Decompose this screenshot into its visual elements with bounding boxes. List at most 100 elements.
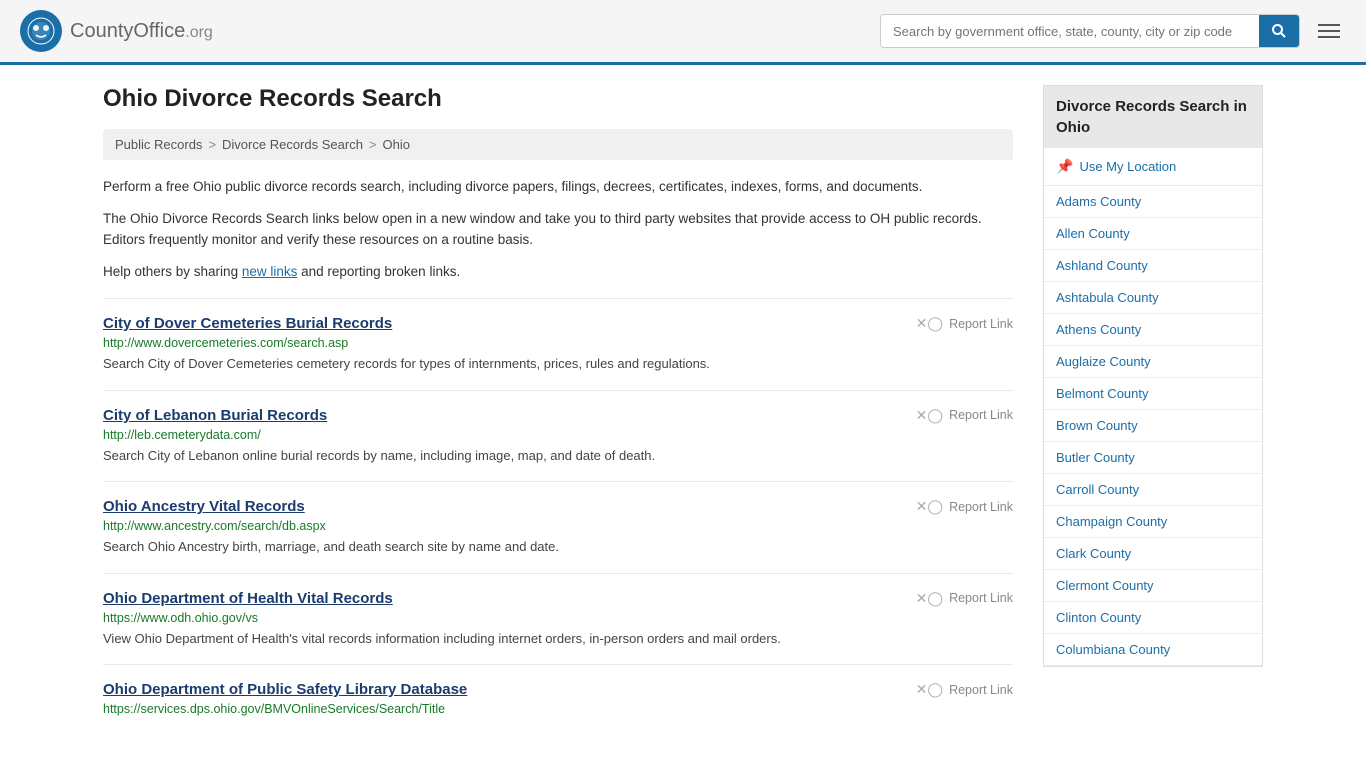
use-my-location[interactable]: 📌 Use My Location bbox=[1044, 148, 1262, 186]
county-list-item: Ashland County bbox=[1044, 250, 1262, 282]
breadcrumb-divorce-records[interactable]: Divorce Records Search bbox=[222, 137, 363, 152]
county-link[interactable]: Ashland County bbox=[1044, 250, 1262, 281]
county-link[interactable]: Clinton County bbox=[1044, 602, 1262, 633]
county-list-item: Belmont County bbox=[1044, 378, 1262, 410]
header-right bbox=[880, 14, 1346, 48]
logo-icon bbox=[20, 10, 62, 52]
page-title: Ohio Divorce Records Search bbox=[103, 85, 1013, 113]
breadcrumb-sep: > bbox=[369, 137, 377, 152]
main-content: Ohio Divorce Records Search Public Recor… bbox=[103, 85, 1013, 736]
county-list: Adams CountyAllen CountyAshland CountyAs… bbox=[1044, 186, 1262, 666]
county-link[interactable]: Athens County bbox=[1044, 314, 1262, 345]
record-desc: Search City of Dover Cemeteries cemetery… bbox=[103, 354, 1013, 374]
county-link[interactable]: Adams County bbox=[1044, 186, 1262, 217]
report-icon: ✕◯ bbox=[916, 315, 943, 332]
search-icon bbox=[1271, 23, 1287, 39]
description-3-suffix: and reporting broken links. bbox=[297, 264, 460, 279]
location-icon: 📌 bbox=[1056, 158, 1073, 175]
report-icon: ✕◯ bbox=[916, 498, 943, 515]
records-list: City of Dover Cemeteries Burial Records … bbox=[103, 298, 1013, 736]
report-link[interactable]: ✕◯ Report Link bbox=[916, 681, 1013, 698]
menu-line bbox=[1318, 30, 1340, 32]
site-header: CountyOffice.org bbox=[0, 0, 1366, 65]
breadcrumb-ohio: Ohio bbox=[383, 137, 410, 152]
description-2: The Ohio Divorce Records Search links be… bbox=[103, 208, 1013, 251]
description-3: Help others by sharing new links and rep… bbox=[103, 261, 1013, 283]
record-title[interactable]: Ohio Department of Public Safety Library… bbox=[103, 681, 467, 698]
county-link[interactable]: Belmont County bbox=[1044, 378, 1262, 409]
record-url[interactable]: http://www.ancestry.com/search/db.aspx bbox=[103, 519, 1013, 533]
search-button[interactable] bbox=[1259, 15, 1299, 47]
report-link[interactable]: ✕◯ Report Link bbox=[916, 590, 1013, 607]
report-link[interactable]: ✕◯ Report Link bbox=[916, 315, 1013, 332]
record-desc: View Ohio Department of Health's vital r… bbox=[103, 629, 1013, 649]
report-icon: ✕◯ bbox=[916, 407, 943, 424]
county-link[interactable]: Clark County bbox=[1044, 538, 1262, 569]
new-links-link[interactable]: new links bbox=[242, 264, 298, 279]
record-item: City of Dover Cemeteries Burial Records … bbox=[103, 298, 1013, 390]
menu-line bbox=[1318, 24, 1340, 26]
logo-suffix: .org bbox=[185, 24, 213, 41]
sidebar: Divorce Records Search in Ohio 📌 Use My … bbox=[1043, 85, 1263, 736]
description-1: Perform a free Ohio public divorce recor… bbox=[103, 176, 1013, 198]
county-link[interactable]: Champaign County bbox=[1044, 506, 1262, 537]
county-link[interactable]: Auglaize County bbox=[1044, 346, 1262, 377]
logo-name: CountyOffice bbox=[70, 20, 185, 42]
record-title[interactable]: Ohio Ancestry Vital Records bbox=[103, 498, 305, 515]
county-link[interactable]: Ashtabula County bbox=[1044, 282, 1262, 313]
record-header: Ohio Ancestry Vital Records ✕◯ Report Li… bbox=[103, 498, 1013, 515]
county-link[interactable]: Allen County bbox=[1044, 218, 1262, 249]
county-list-item: Athens County bbox=[1044, 314, 1262, 346]
record-title[interactable]: City of Lebanon Burial Records bbox=[103, 407, 327, 424]
search-bar bbox=[880, 14, 1300, 48]
record-header: Ohio Department of Public Safety Library… bbox=[103, 681, 1013, 698]
record-title[interactable]: City of Dover Cemeteries Burial Records bbox=[103, 315, 392, 332]
breadcrumb-sep: > bbox=[208, 137, 216, 152]
county-link[interactable]: Carroll County bbox=[1044, 474, 1262, 505]
report-icon: ✕◯ bbox=[916, 681, 943, 698]
sidebar-box: Divorce Records Search in Ohio 📌 Use My … bbox=[1043, 85, 1263, 667]
menu-line bbox=[1318, 36, 1340, 38]
county-list-item: Auglaize County bbox=[1044, 346, 1262, 378]
logo-area: CountyOffice.org bbox=[20, 10, 213, 52]
record-desc: Search City of Lebanon online burial rec… bbox=[103, 446, 1013, 466]
county-list-item: Columbiana County bbox=[1044, 634, 1262, 666]
county-list-item: Allen County bbox=[1044, 218, 1262, 250]
county-link[interactable]: Brown County bbox=[1044, 410, 1262, 441]
location-label: Use My Location bbox=[1079, 159, 1176, 174]
record-header: City of Lebanon Burial Records ✕◯ Report… bbox=[103, 407, 1013, 424]
county-list-item: Ashtabula County bbox=[1044, 282, 1262, 314]
county-list-item: Adams County bbox=[1044, 186, 1262, 218]
search-input[interactable] bbox=[881, 16, 1259, 47]
record-header: City of Dover Cemeteries Burial Records … bbox=[103, 315, 1013, 332]
breadcrumb-public-records[interactable]: Public Records bbox=[115, 137, 202, 152]
record-item: City of Lebanon Burial Records ✕◯ Report… bbox=[103, 390, 1013, 482]
report-icon: ✕◯ bbox=[916, 590, 943, 607]
sidebar-heading: Divorce Records Search in Ohio bbox=[1044, 86, 1262, 148]
record-header: Ohio Department of Health Vital Records … bbox=[103, 590, 1013, 607]
county-link[interactable]: Clermont County bbox=[1044, 570, 1262, 601]
page-container: Ohio Divorce Records Search Public Recor… bbox=[83, 65, 1283, 756]
county-link[interactable]: Butler County bbox=[1044, 442, 1262, 473]
record-item: Ohio Ancestry Vital Records ✕◯ Report Li… bbox=[103, 481, 1013, 573]
record-url[interactable]: https://services.dps.ohio.gov/BMVOnlineS… bbox=[103, 702, 1013, 716]
report-link[interactable]: ✕◯ Report Link bbox=[916, 498, 1013, 515]
breadcrumb: Public Records > Divorce Records Search … bbox=[103, 129, 1013, 160]
county-list-item: Carroll County bbox=[1044, 474, 1262, 506]
report-link[interactable]: ✕◯ Report Link bbox=[916, 407, 1013, 424]
hamburger-menu-button[interactable] bbox=[1312, 18, 1346, 44]
county-list-item: Champaign County bbox=[1044, 506, 1262, 538]
record-url[interactable]: http://www.dovercemeteries.com/search.as… bbox=[103, 336, 1013, 350]
logo-text[interactable]: CountyOffice.org bbox=[70, 20, 213, 43]
description-3-prefix: Help others by sharing bbox=[103, 264, 242, 279]
record-item: Ohio Department of Health Vital Records … bbox=[103, 573, 1013, 665]
county-link[interactable]: Columbiana County bbox=[1044, 634, 1262, 665]
record-url[interactable]: http://leb.cemeterydata.com/ bbox=[103, 428, 1013, 442]
county-list-item: Brown County bbox=[1044, 410, 1262, 442]
county-list-item: Clark County bbox=[1044, 538, 1262, 570]
record-title[interactable]: Ohio Department of Health Vital Records bbox=[103, 590, 393, 607]
record-item: Ohio Department of Public Safety Library… bbox=[103, 664, 1013, 736]
record-url[interactable]: https://www.odh.ohio.gov/vs bbox=[103, 611, 1013, 625]
county-list-item: Clermont County bbox=[1044, 570, 1262, 602]
record-desc: Search Ohio Ancestry birth, marriage, an… bbox=[103, 537, 1013, 557]
